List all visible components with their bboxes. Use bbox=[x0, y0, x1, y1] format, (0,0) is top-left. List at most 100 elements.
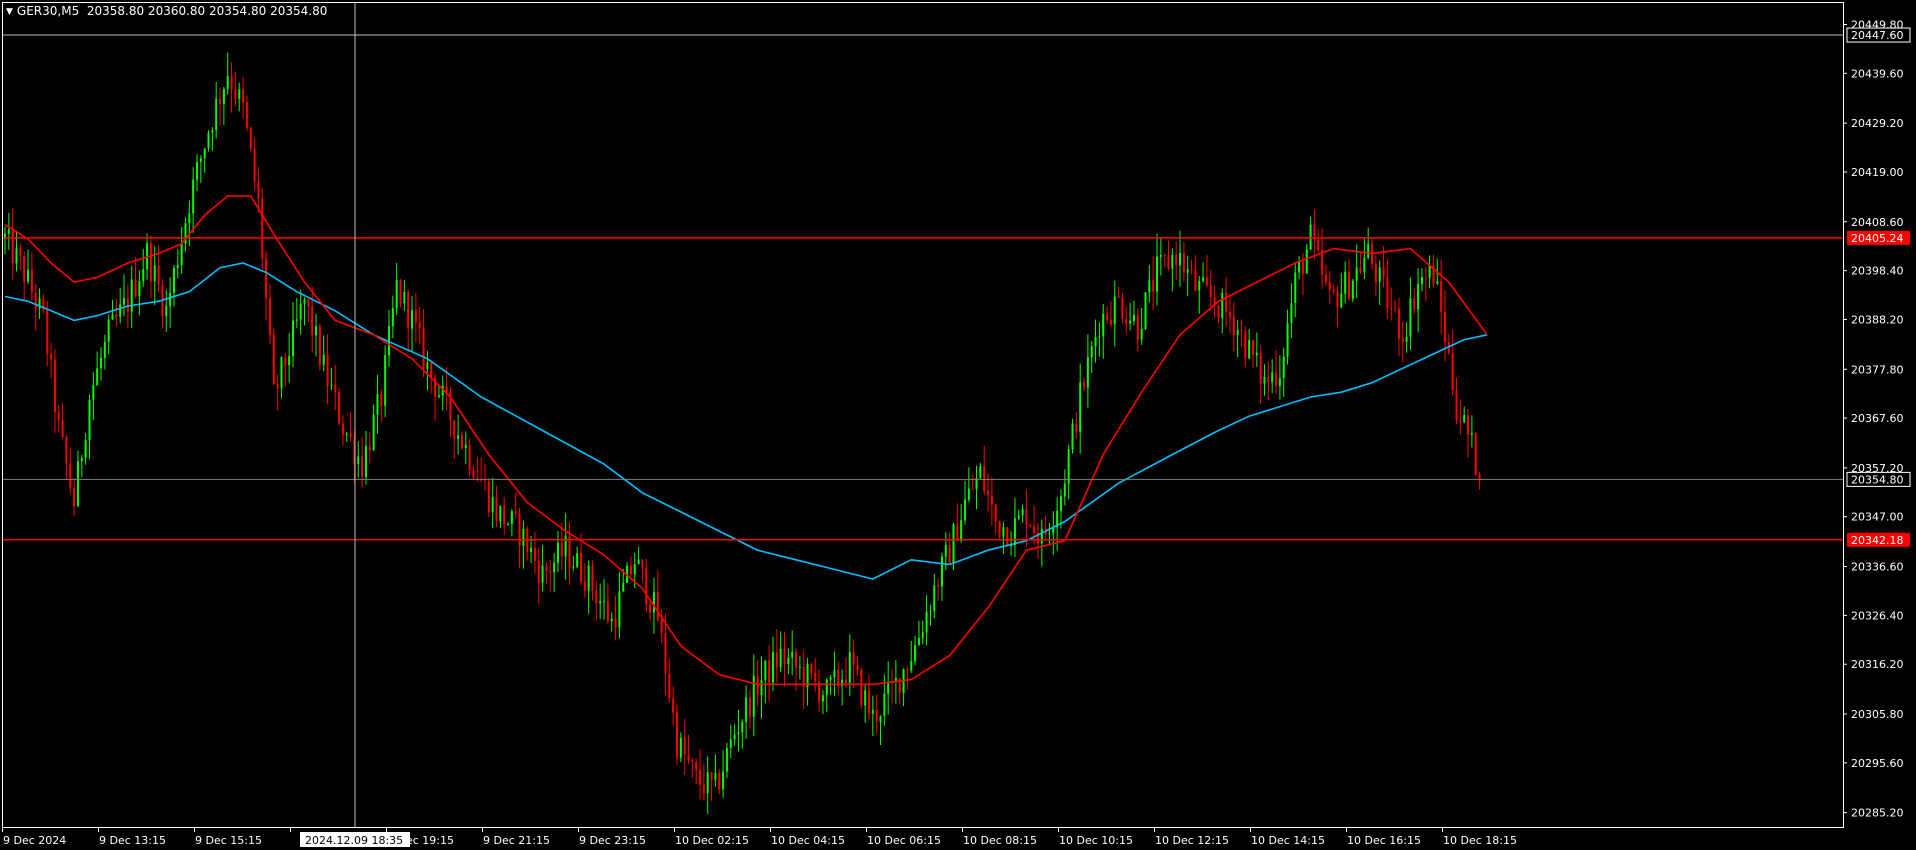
candle-body bbox=[445, 385, 448, 393]
candle-body bbox=[614, 618, 617, 628]
candle-body bbox=[718, 772, 721, 790]
candle-body bbox=[702, 784, 705, 794]
price-chart[interactable]: 20449.8020439.6020429.2020419.0020408.60… bbox=[0, 0, 1916, 850]
candle-body bbox=[1440, 281, 1443, 312]
candle-body bbox=[380, 393, 383, 406]
candle-body bbox=[1117, 296, 1120, 298]
candle-body bbox=[403, 291, 406, 304]
candle-body bbox=[1340, 293, 1343, 308]
candle-body bbox=[906, 669, 909, 671]
candle-body bbox=[134, 279, 137, 296]
candle-body bbox=[1159, 255, 1162, 257]
candle-body bbox=[1144, 292, 1147, 329]
candle-body bbox=[672, 698, 675, 713]
candle-body bbox=[1152, 280, 1155, 292]
candle-body bbox=[1202, 277, 1205, 282]
candle-body bbox=[1106, 313, 1109, 320]
candle-body bbox=[1013, 518, 1016, 546]
candle-body bbox=[652, 591, 655, 613]
candle-body bbox=[722, 771, 725, 790]
candle-body bbox=[530, 547, 533, 553]
candle-body bbox=[157, 265, 160, 285]
candle-body bbox=[73, 487, 76, 507]
candle-body bbox=[1282, 356, 1285, 379]
candle-body bbox=[119, 304, 122, 317]
candle-body bbox=[725, 748, 728, 772]
candle-body bbox=[453, 420, 456, 439]
candle-body bbox=[295, 319, 298, 321]
candle-body bbox=[76, 461, 79, 507]
candle-body bbox=[760, 680, 763, 696]
price-tick-label: 20347.00 bbox=[1851, 511, 1904, 524]
candle-body bbox=[1324, 274, 1327, 282]
candle-body bbox=[222, 89, 225, 104]
candle-body bbox=[1336, 291, 1339, 308]
candle-body bbox=[1156, 256, 1158, 292]
candle-body bbox=[1121, 297, 1124, 319]
candle-body bbox=[138, 281, 141, 296]
candle-body bbox=[1298, 262, 1301, 273]
candle-body bbox=[1029, 524, 1032, 527]
candle-body bbox=[27, 269, 30, 282]
candle-body bbox=[1190, 269, 1193, 271]
candle-body bbox=[1006, 527, 1009, 546]
candle-body bbox=[522, 528, 525, 546]
candle-body bbox=[1228, 311, 1231, 318]
candle-body bbox=[1240, 329, 1243, 332]
candle-body bbox=[583, 581, 586, 591]
candle-body bbox=[1109, 319, 1112, 325]
candle-body bbox=[1252, 340, 1254, 356]
candle-body bbox=[1474, 433, 1477, 475]
candle-body bbox=[1444, 311, 1446, 342]
candle-body bbox=[1263, 376, 1266, 384]
candle-body bbox=[810, 663, 813, 673]
candle-body bbox=[284, 357, 287, 366]
candle-body bbox=[518, 513, 521, 546]
candle-body bbox=[1332, 289, 1335, 292]
candle-body bbox=[341, 423, 344, 435]
candle-body bbox=[307, 299, 310, 307]
candle-body bbox=[610, 618, 613, 622]
candle-body bbox=[1305, 249, 1308, 274]
price-tick-label: 20285.20 bbox=[1851, 807, 1904, 820]
candle-body bbox=[211, 130, 214, 133]
price-tick-label: 20295.60 bbox=[1851, 757, 1904, 770]
candle-body bbox=[276, 384, 279, 389]
candle-body bbox=[92, 385, 95, 400]
candle-body bbox=[437, 395, 440, 398]
candle-body bbox=[541, 565, 544, 583]
candle-body bbox=[345, 433, 348, 435]
time-tick-label: 10 Dec 06:15 bbox=[867, 834, 941, 847]
collapse-triangle-icon[interactable]: ▼ bbox=[6, 7, 13, 17]
chart-title: ▼ GER30,M5 20358.80 20360.80 20354.80 203… bbox=[6, 4, 327, 18]
candle-body bbox=[660, 620, 663, 633]
candle-body bbox=[618, 591, 621, 628]
price-tick-label: 20367.60 bbox=[1851, 412, 1904, 425]
candle-body bbox=[695, 761, 698, 771]
candle-body bbox=[1033, 526, 1036, 534]
candle-body bbox=[149, 243, 152, 282]
candle-body bbox=[1367, 243, 1370, 258]
candle-body bbox=[288, 356, 291, 366]
time-tick-label: 10 Dec 04:15 bbox=[771, 834, 845, 847]
price-tick-label: 20408.60 bbox=[1851, 216, 1904, 229]
candle-body bbox=[645, 567, 648, 605]
candle-body bbox=[603, 601, 606, 603]
candle-body bbox=[468, 445, 471, 471]
candle-body bbox=[683, 737, 686, 755]
candle-body bbox=[971, 488, 974, 490]
candle-body bbox=[756, 675, 759, 696]
candle-body bbox=[384, 355, 387, 406]
candle-body bbox=[499, 505, 502, 522]
candle-body bbox=[1294, 272, 1297, 304]
candle-body bbox=[1090, 346, 1093, 358]
candle-body bbox=[595, 590, 598, 604]
candle-body bbox=[495, 497, 498, 522]
candle-body bbox=[1179, 253, 1182, 266]
candle-body bbox=[111, 314, 114, 320]
candle-body bbox=[411, 310, 414, 329]
candle-body bbox=[952, 524, 955, 564]
candle-body bbox=[1102, 313, 1105, 337]
candle-body bbox=[34, 292, 37, 309]
candle-body bbox=[1021, 508, 1024, 516]
